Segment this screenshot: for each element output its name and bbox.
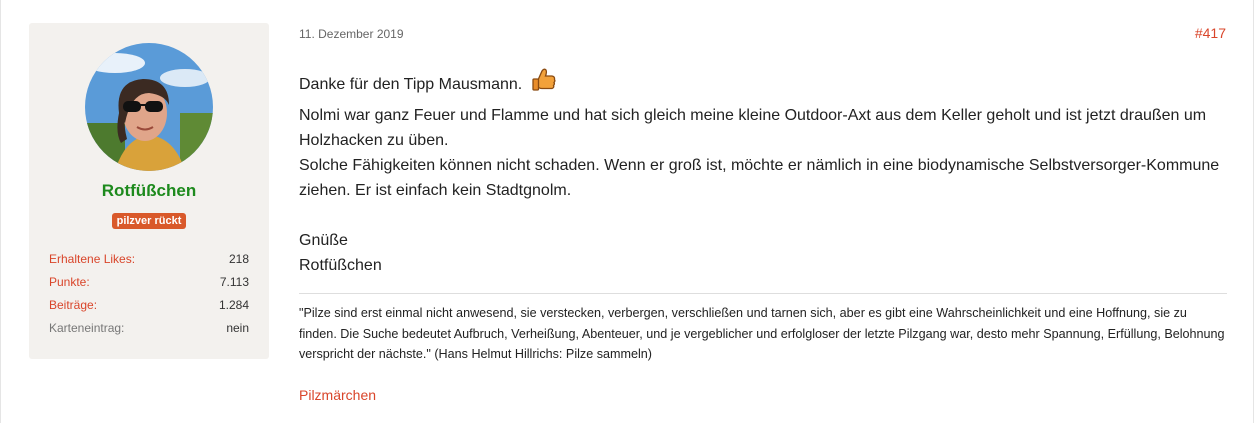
stat-value: 218 bbox=[228, 252, 249, 266]
stat-value: nein bbox=[226, 321, 249, 335]
post-date[interactable]: 11. Dezember 2019 bbox=[299, 27, 404, 41]
message-text: Danke für den Tipp Mausmann. bbox=[299, 76, 523, 93]
stat-label[interactable]: Erhaltene Likes: bbox=[49, 253, 135, 276]
post-number-link[interactable]: #417 bbox=[1195, 25, 1226, 41]
avatar[interactable] bbox=[85, 43, 213, 171]
stat-posts: Beiträge: 1.284 bbox=[49, 299, 249, 322]
thumbs-up-icon bbox=[531, 67, 557, 103]
stat-label[interactable]: Punkte: bbox=[49, 276, 90, 299]
signature-quote: "Pilze sind erst einmal nicht anwesend, … bbox=[299, 306, 1225, 361]
signature-link[interactable]: Pilzmärchen bbox=[299, 387, 376, 403]
username[interactable]: Rotfüßchen bbox=[29, 181, 269, 201]
stat-value: 1.284 bbox=[218, 298, 249, 312]
message-paragraph: Solche Fähigkeiten können nicht schaden.… bbox=[299, 157, 1220, 199]
stat-label: Karteneintrag: bbox=[49, 321, 125, 335]
post-body: Danke für den Tipp Mausmann. Nolmi war g… bbox=[299, 67, 1229, 278]
stat-likes: Erhaltene Likes: 218 bbox=[49, 253, 249, 276]
stat-map-entry: Karteneintrag: nein bbox=[49, 322, 249, 345]
user-title-badge: pilzver rückt bbox=[111, 213, 187, 229]
user-stats: Erhaltene Likes: 218 Punkte: 7.113 Beitr… bbox=[49, 253, 249, 345]
message-greeting: Gnüße bbox=[299, 232, 348, 249]
forum-post: Rotfüßchen pilzver rückt Erhaltene Likes… bbox=[0, 0, 1254, 423]
stat-points: Punkte: 7.113 bbox=[49, 276, 249, 299]
avatar-image bbox=[85, 43, 213, 171]
user-panel: Rotfüßchen pilzver rückt Erhaltene Likes… bbox=[29, 23, 269, 359]
message-signoff: Rotfüßchen bbox=[299, 257, 382, 274]
signature-divider bbox=[299, 293, 1227, 294]
stat-label[interactable]: Beiträge: bbox=[49, 299, 97, 322]
message-paragraph: Nolmi war ganz Feuer und Flamme und hat … bbox=[299, 107, 1207, 149]
message-line: Danke für den Tipp Mausmann. bbox=[299, 67, 1229, 103]
stat-value: 7.113 bbox=[219, 275, 249, 289]
